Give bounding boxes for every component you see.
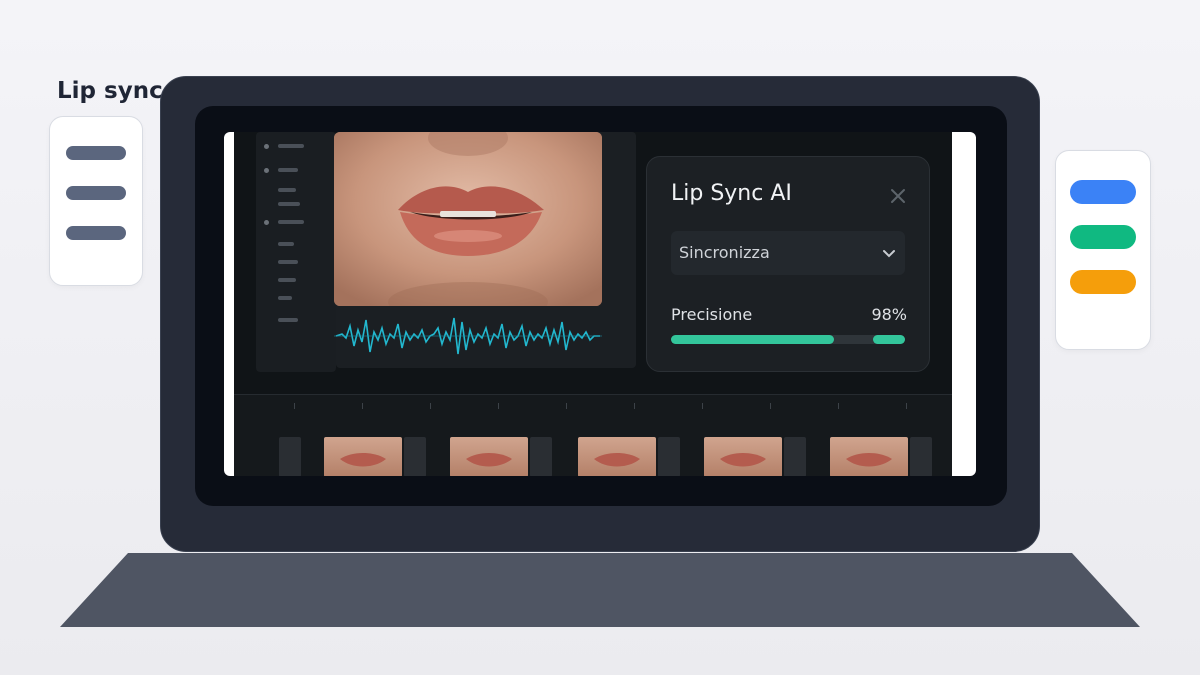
- sidebar-item[interactable]: [278, 168, 298, 172]
- ruler-tick: [838, 403, 839, 409]
- editor-app: Lip Sync AI Sincronizza Precisione 98%: [234, 132, 952, 476]
- ruler-tick: [294, 403, 295, 409]
- clip-handle[interactable]: [784, 437, 806, 476]
- lips-illustration: [334, 132, 602, 306]
- precision-progress-handle[interactable]: [873, 335, 905, 344]
- audio-waveform: [334, 317, 602, 355]
- clip-handle[interactable]: [910, 437, 932, 476]
- ruler-tick: [770, 403, 771, 409]
- sidebar-dot[interactable]: [264, 220, 269, 225]
- sync-mode-select[interactable]: Sincronizza: [671, 231, 905, 275]
- sidebar-dot[interactable]: [264, 144, 269, 149]
- close-icon[interactable]: [889, 187, 907, 205]
- ruler-tick: [498, 403, 499, 409]
- ruler-tick: [566, 403, 567, 409]
- clip-handle[interactable]: [530, 437, 552, 476]
- sidebar-item[interactable]: [278, 296, 292, 300]
- lips-preview-image: [334, 132, 602, 306]
- sidebar-item[interactable]: [278, 260, 298, 264]
- ruler-tick: [702, 403, 703, 409]
- panel-title: Lip Sync AI: [671, 181, 792, 206]
- timeline-clip[interactable]: [704, 437, 782, 476]
- sidebar-item[interactable]: [278, 242, 294, 246]
- screen-bezel: Lip Sync AI Sincronizza Precisione 98%: [195, 106, 1007, 506]
- timeline-clip[interactable]: [324, 437, 402, 476]
- precision-value: 98%: [871, 305, 907, 324]
- clip-handle[interactable]: [658, 437, 680, 476]
- clip-handle[interactable]: [404, 437, 426, 476]
- sidebar-item[interactable]: [278, 220, 304, 224]
- timeline: [234, 394, 952, 476]
- clip-handle[interactable]: [279, 437, 301, 476]
- lip-sync-ai-panel: Lip Sync AI Sincronizza Precisione 98%: [646, 156, 930, 372]
- select-value: Sincronizza: [679, 243, 770, 262]
- sidebar-item[interactable]: [278, 144, 304, 148]
- sidebar-item[interactable]: [278, 202, 300, 206]
- precision-progress-fill: [671, 335, 834, 344]
- precision-label: Precisione: [671, 305, 753, 324]
- chevron-down-icon: [883, 250, 895, 258]
- ruler-tick: [430, 403, 431, 409]
- timeline-clip[interactable]: [450, 437, 528, 476]
- timeline-clip[interactable]: [830, 437, 908, 476]
- ruler-tick: [362, 403, 363, 409]
- sidebar-item[interactable]: [278, 278, 296, 282]
- ruler-tick: [906, 403, 907, 409]
- laptop-screen: Lip Sync AI Sincronizza Precisione 98%: [224, 132, 976, 476]
- sidebar-item[interactable]: [278, 188, 296, 192]
- sidebar-item[interactable]: [278, 318, 298, 322]
- app-sidebar: [256, 132, 336, 372]
- laptop-lid: Lip Sync AI Sincronizza Precisione 98%: [160, 76, 1040, 552]
- timeline-clip[interactable]: [578, 437, 656, 476]
- precision-progress-bar: [671, 335, 905, 344]
- ruler-tick: [634, 403, 635, 409]
- sidebar-dot[interactable]: [264, 168, 269, 173]
